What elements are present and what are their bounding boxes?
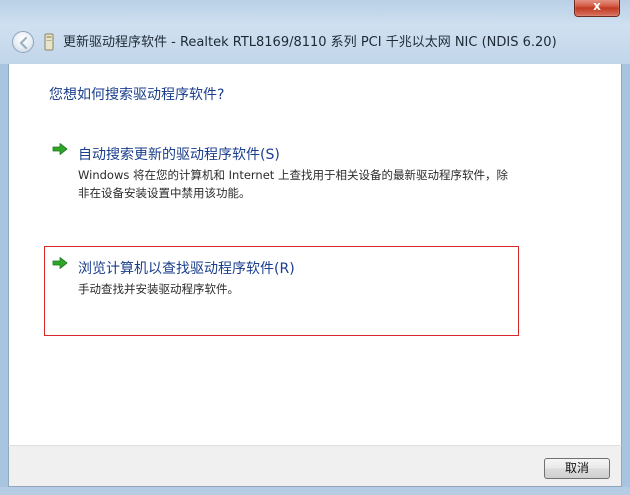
auto-search-option-description: Windows 将在您的计算机和 Internet 上查找用于相关设备的最新驱动… — [78, 168, 508, 200]
auto-search-option-title: 自动搜索更新的驱动程序软件(S) — [78, 147, 280, 163]
window-chrome — [0, 0, 630, 64]
browse-computer-option-title: 浏览计算机以查找驱动程序软件(R) — [78, 261, 295, 277]
wizard-footer: 取消 — [8, 445, 622, 487]
back-arrow-icon — [19, 36, 28, 50]
window-title: 更新驱动程序软件 - Realtek RTL8169/8110 系列 PCI 千… — [63, 35, 557, 50]
wizard-content: 您想如何搜索驱动程序软件? 自动搜索更新的驱动程序软件(S) Windows 将… — [8, 64, 622, 445]
browse-computer-option[interactable]: 浏览计算机以查找驱动程序软件(R) 手动查找并安装驱动程序软件。 — [44, 246, 519, 336]
auto-search-option[interactable]: 自动搜索更新的驱动程序软件(S) Windows 将在您的计算机和 Intern… — [44, 136, 520, 200]
close-button[interactable]: x — [574, 0, 620, 17]
page-heading: 您想如何搜索驱动程序软件? — [49, 87, 225, 103]
hardware-wizard-icon — [40, 33, 58, 51]
browse-computer-option-description: 手动查找并安装驱动程序软件。 — [78, 282, 239, 296]
cancel-button[interactable]: 取消 — [544, 458, 610, 479]
back-button[interactable] — [12, 31, 34, 53]
green-arrow-icon — [52, 257, 68, 269]
window-frame-bottom — [0, 487, 630, 495]
green-arrow-icon — [52, 143, 68, 155]
